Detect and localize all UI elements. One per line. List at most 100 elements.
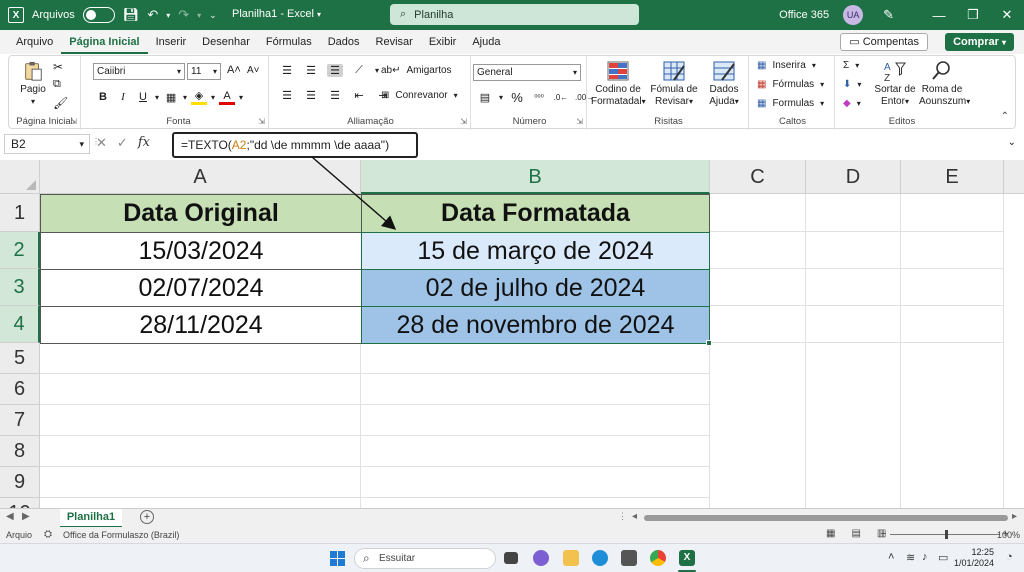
tab-inserir[interactable]: Inserir bbox=[148, 30, 195, 54]
chevron-down-icon[interactable]: ▾ bbox=[155, 93, 159, 102]
cell-b10[interactable] bbox=[361, 498, 710, 508]
scroll-right-icon[interactable]: ▸ bbox=[1012, 511, 1017, 522]
enter-icon[interactable]: ✓ bbox=[117, 135, 128, 151]
dialog-launcher-icon[interactable]: ⇲ bbox=[70, 117, 77, 126]
chevron-up-icon[interactable]: ˄ bbox=[888, 551, 894, 563]
system-clock[interactable]: 12:25 1/01/2024 bbox=[954, 547, 994, 569]
row-header-2[interactable]: 2 bbox=[0, 232, 40, 269]
cell-b8[interactable] bbox=[361, 436, 710, 467]
column-header-b[interactable]: B bbox=[361, 160, 710, 194]
prev-sheet-icon[interactable]: ◀ bbox=[6, 511, 14, 522]
wrap-text-button[interactable]: ab↵ Amigartos bbox=[381, 65, 452, 76]
orientation-icon[interactable]: ⟋ bbox=[351, 64, 367, 77]
scroll-left-icon[interactable]: ◂ bbox=[632, 511, 637, 522]
save-icon[interactable]: 💾︎ bbox=[123, 7, 140, 23]
column-header-e[interactable]: E bbox=[901, 160, 1004, 194]
cell-d-rest[interactable] bbox=[806, 343, 901, 508]
borders-icon[interactable]: ▦ bbox=[163, 91, 179, 104]
increase-decimal-icon[interactable]: .0← bbox=[553, 93, 569, 102]
comments-button[interactable]: ▭ Compentas bbox=[840, 33, 928, 51]
store-icon[interactable] bbox=[621, 550, 637, 566]
dialog-launcher-icon[interactable]: ⇲ bbox=[258, 117, 265, 126]
horizontal-scrollbar[interactable] bbox=[644, 515, 1008, 521]
delete-cells-button[interactable]: ▦ Fórmulas ▾ bbox=[757, 79, 824, 90]
expand-formula-bar-icon[interactable]: ⌄ bbox=[1008, 137, 1016, 148]
close-button[interactable]: ✕ bbox=[990, 7, 1024, 23]
battery-icon[interactable]: ▭ bbox=[938, 551, 948, 564]
row-header-4[interactable]: 4 bbox=[0, 306, 40, 343]
restore-button[interactable]: ❐ bbox=[956, 7, 990, 23]
cell-d4[interactable] bbox=[806, 306, 901, 343]
cell-a2[interactable]: 15/03/2024 bbox=[40, 232, 362, 270]
share-button[interactable]: Comprar ▾ bbox=[945, 33, 1014, 51]
merge-center-button[interactable]: ⊞ Conrevanor ▾ bbox=[381, 90, 458, 101]
cell-b1[interactable]: Data Formatada bbox=[361, 194, 710, 233]
cell-a1[interactable]: Data Original bbox=[40, 194, 362, 233]
insert-function-icon[interactable]: fx bbox=[138, 135, 150, 151]
comma-style-icon[interactable]: ⁰⁰⁰ bbox=[531, 93, 547, 102]
minimize-button[interactable]: — bbox=[922, 8, 956, 23]
column-header-c[interactable]: C bbox=[710, 160, 806, 194]
cell-e4[interactable] bbox=[901, 306, 1004, 343]
row-header-1[interactable]: 1 bbox=[0, 194, 40, 232]
clear-button[interactable]: ◆ ▾ bbox=[843, 98, 861, 109]
undo-icon[interactable]: ↶ bbox=[147, 7, 158, 23]
number-format-select[interactable]: General ▾ bbox=[473, 64, 581, 81]
document-title[interactable]: Planilha1 - Excel ▾ bbox=[232, 8, 321, 20]
task-view-icon[interactable] bbox=[504, 552, 518, 564]
cell-d1[interactable] bbox=[806, 194, 901, 232]
font-size-select[interactable]: 11 ▾ bbox=[187, 63, 221, 80]
column-header-f[interactable] bbox=[1004, 160, 1024, 194]
dialog-launcher-icon[interactable]: ⇲ bbox=[576, 117, 583, 126]
sort-filter-button[interactable]: A Z Sortar de Entor▾ bbox=[873, 60, 917, 108]
customize-toolbar-icon[interactable]: ⌄ bbox=[209, 10, 217, 21]
wifi-icon[interactable]: ≋ bbox=[906, 551, 915, 564]
chevron-down-icon[interactable]: ▾ bbox=[183, 93, 187, 102]
cell-c4[interactable] bbox=[710, 306, 806, 343]
cell-c-rest[interactable] bbox=[710, 343, 806, 508]
cell-a6[interactable] bbox=[40, 374, 361, 405]
cell-e2[interactable] bbox=[901, 232, 1004, 269]
file-explorer-icon[interactable] bbox=[563, 550, 579, 566]
autosave-toggle[interactable] bbox=[82, 7, 115, 23]
accessibility-status[interactable]: Office da Formulaszo (Brazil) bbox=[63, 530, 179, 540]
cell-e1[interactable] bbox=[901, 194, 1004, 232]
row-header-8[interactable]: 8 bbox=[0, 436, 40, 467]
next-sheet-icon[interactable]: ▶ bbox=[22, 511, 30, 522]
chevron-down-icon[interactable]: ▾ bbox=[499, 93, 503, 102]
page-layout-icon[interactable]: ▤ bbox=[851, 528, 860, 539]
tab-formulas[interactable]: Fórmulas bbox=[258, 30, 320, 54]
cell-b3[interactable]: 02 de julho de 2024 bbox=[361, 269, 710, 307]
cell-d2[interactable] bbox=[806, 232, 901, 269]
cell-b2[interactable]: 15 de março de 2024 bbox=[361, 232, 710, 270]
chevron-down-icon[interactable]: ▾ bbox=[239, 93, 243, 102]
tab-desenhar[interactable]: Desenhar bbox=[194, 30, 258, 54]
zoom-slider-thumb[interactable] bbox=[945, 530, 948, 539]
fill-color-icon[interactable]: ◈ bbox=[191, 89, 208, 105]
cell-b4[interactable]: 28 de novembro de 2024 bbox=[361, 306, 710, 344]
excel-taskbar-icon[interactable]: X bbox=[679, 550, 695, 566]
cell-e-rest[interactable] bbox=[901, 343, 1004, 508]
row-header-7[interactable]: 7 bbox=[0, 405, 40, 436]
row-header-5[interactable]: 5 bbox=[0, 343, 40, 374]
avatar[interactable]: UA bbox=[843, 5, 864, 25]
cell-b5[interactable] bbox=[361, 343, 710, 374]
fill-button[interactable]: ⬇ ▾ bbox=[843, 79, 861, 90]
zoom-out-icon[interactable]: − bbox=[880, 528, 886, 540]
cut-icon[interactable]: ✂ bbox=[53, 60, 63, 74]
cell-b7[interactable] bbox=[361, 405, 710, 436]
chrome-icon[interactable] bbox=[650, 550, 666, 566]
cell-a10[interactable] bbox=[40, 498, 361, 508]
column-header-a[interactable]: A bbox=[40, 160, 361, 194]
row-header-10[interactable]: 10 bbox=[0, 498, 40, 508]
tab-ajuda[interactable]: Ajuda bbox=[464, 30, 508, 54]
cell-a5[interactable] bbox=[40, 343, 361, 374]
conditional-formatting-button[interactable]: Codino de Formatadal▾ bbox=[591, 60, 646, 108]
row-header-9[interactable]: 9 bbox=[0, 467, 40, 498]
row-header-3[interactable]: 3 bbox=[0, 269, 40, 306]
percent-icon[interactable]: % bbox=[509, 90, 525, 105]
cell-a3[interactable]: 02/07/2024 bbox=[40, 269, 362, 307]
accessibility-icon[interactable]: ⛭ bbox=[44, 529, 52, 540]
edge-icon[interactable] bbox=[592, 550, 608, 566]
font-name-select[interactable]: Caiibri ▾ bbox=[93, 63, 185, 80]
